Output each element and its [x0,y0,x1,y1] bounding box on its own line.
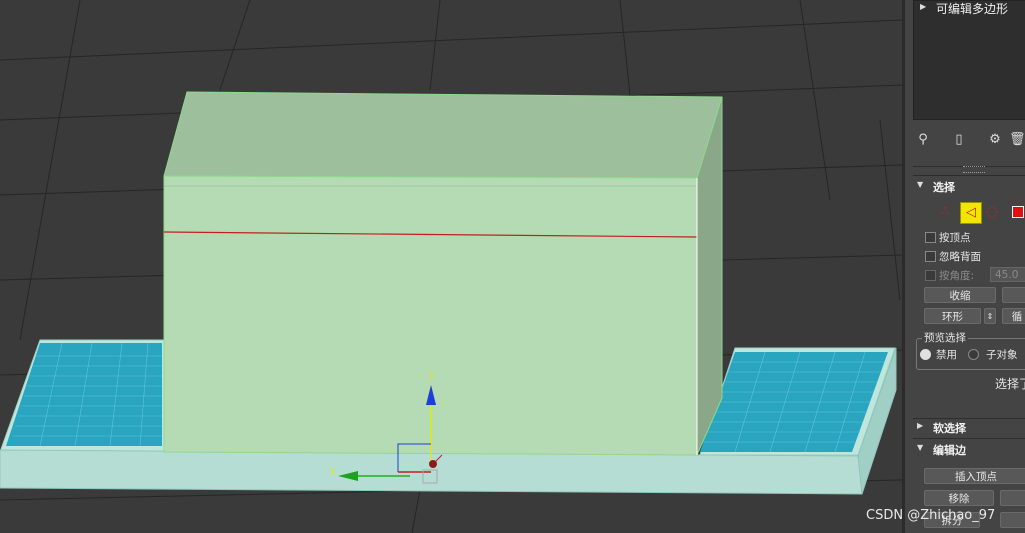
radio-disabled-label: 禁用 [936,349,957,361]
gizmo-z-label: z [429,371,434,381]
by-vertex-label: 按顶点 [939,232,971,244]
drag-handle[interactable] [963,166,985,173]
edge-mode-icon[interactable]: ◁ [960,202,982,224]
remove-button[interactable]: 移除 [924,490,994,506]
vertex-mode-icon[interactable]: ∴ [935,202,955,222]
perspective-viewport[interactable]: z y [0,0,902,533]
glass-tile-left[interactable] [6,342,162,447]
modifier-stack-item[interactable]: ▶ 可编辑多边形 [914,1,1025,16]
gizmo-y-label: y [330,466,336,476]
editable-poly-box[interactable] [163,91,723,456]
ignore-backfacing-label: 忽略背面 [939,251,981,263]
expand-icon[interactable]: ▶ [920,2,926,11]
by-angle-label: 按角度: [939,270,975,282]
selection-status-text: 选择了 [995,377,1025,391]
collapse-icon: ▼ [917,443,924,452]
rollout-soft-selection[interactable]: ▶ 软选择 [913,419,1025,437]
radio-sub-object-label: 子对象 [986,349,1018,361]
expand-icon: ▶ [917,421,924,430]
show-end-result-icon[interactable]: ▯ [951,132,967,150]
bridge-button[interactable] [1000,512,1025,528]
ring-button[interactable]: 环形 [924,308,981,324]
split-button[interactable] [1000,490,1025,506]
rollout-edit-edges[interactable]: ▼ 编辑边 [913,441,1025,459]
rollout-selection[interactable]: ▼ 选择 [913,178,1025,196]
watermark: CSDN @Zhichao_97 [866,508,996,523]
ring-spinner-icon[interactable]: ⇕ [984,308,996,324]
rollout-title: 软选择 [933,422,966,435]
viewport-scene [0,0,902,533]
radio-sub-object[interactable] [968,349,979,360]
make-unique-icon[interactable]: ⚙ [987,132,1003,150]
divider [913,175,1025,176]
modifier-label: 可编辑多边形 [936,2,1009,16]
modifier-stack[interactable]: ▶ 可编辑多边形 [913,0,1025,120]
stack-toolbar: ⚲ ▯ ⚙ 🗑 [905,130,1025,154]
loop-button[interactable]: 循 [1002,308,1025,324]
border-mode-icon[interactable]: ◌ [982,202,1002,222]
shrink-button[interactable]: 收缩 [924,287,996,303]
divider [913,438,1025,439]
pin-icon[interactable]: ⚲ [915,132,931,150]
insert-vertex-button[interactable]: 插入顶点 [924,468,1025,484]
collapse-icon: ▼ [917,180,924,189]
rollout-title: 编辑边 [933,444,966,457]
angle-spinner[interactable]: 45.0 [990,267,1025,282]
preview-selection-title: 预览选择 [922,330,968,345]
grow-button[interactable] [1002,287,1025,303]
radio-disabled[interactable] [920,349,931,360]
rollout-title: 选择 [933,181,955,194]
polygon-mode-icon[interactable] [1008,202,1025,222]
remove-modifier-icon[interactable]: 🗑 [1009,132,1025,150]
